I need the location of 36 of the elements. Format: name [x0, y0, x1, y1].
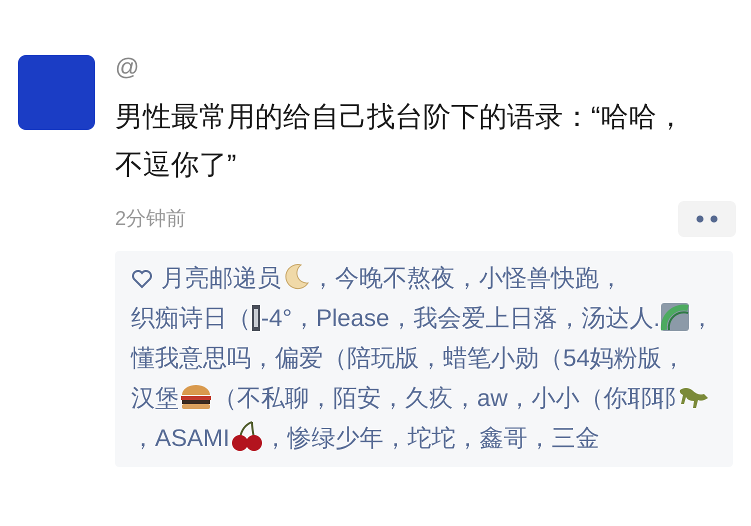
- liker-name[interactable]: 今晚不熬夜，: [335, 265, 479, 292]
- rainbow-icon: [660, 302, 690, 332]
- liker-name[interactable]: 久疚，: [405, 385, 477, 412]
- post-time: 2分钟前: [115, 207, 186, 232]
- liker-name[interactable]: ，: [311, 265, 335, 292]
- liker-name[interactable]: 懂我意思吗，: [131, 345, 275, 372]
- liker-name[interactable]: （不私聊，: [213, 385, 333, 412]
- liker-name[interactable]: 小怪兽快跑，: [479, 265, 623, 292]
- liker-name[interactable]: 汤达人.: [581, 305, 660, 332]
- liker-name[interactable]: 我会爱上日落，: [413, 305, 582, 332]
- liker-name[interactable]: ，: [131, 425, 155, 452]
- more-icon: [695, 215, 719, 223]
- liker-name[interactable]: Please，: [316, 305, 414, 332]
- burger-icon: [179, 382, 213, 412]
- liker-name[interactable]: ASAMI: [155, 425, 230, 452]
- liker-name[interactable]: 汉堡: [131, 385, 179, 412]
- tag-icon: [251, 304, 261, 332]
- more-button[interactable]: [678, 201, 736, 237]
- liker-name[interactable]: 陌安，: [333, 385, 405, 412]
- liker-name[interactable]: ，: [264, 425, 288, 452]
- liker-name[interactable]: 织痴诗日（: [131, 305, 251, 332]
- post-text: 男性最常用的给自己找台阶下的语录：“哈哈，不逗你了”: [115, 100, 686, 182]
- user-name[interactable]: @: [115, 53, 733, 83]
- liker-name[interactable]: aw，: [477, 385, 532, 412]
- liker-name[interactable]: 月亮邮递员: [161, 265, 281, 292]
- liker-name[interactable]: 偏爱（陪玩版，: [275, 345, 443, 372]
- liker-name[interactable]: 三金: [552, 425, 600, 452]
- liker-name[interactable]: 惨绿少年，: [288, 425, 408, 452]
- liker-name[interactable]: 蜡笔小勋（54妈粉版，: [443, 345, 686, 372]
- liker-name[interactable]: 鑫哥，: [480, 425, 552, 452]
- cherry-icon: [230, 420, 264, 452]
- liker-name[interactable]: -4°，: [261, 305, 316, 332]
- liker-name[interactable]: 坨坨，: [408, 425, 480, 452]
- liker-name[interactable]: ，: [690, 305, 714, 332]
- liker-name[interactable]: 小小（你耶耶: [532, 385, 676, 412]
- heart-icon: [131, 269, 153, 289]
